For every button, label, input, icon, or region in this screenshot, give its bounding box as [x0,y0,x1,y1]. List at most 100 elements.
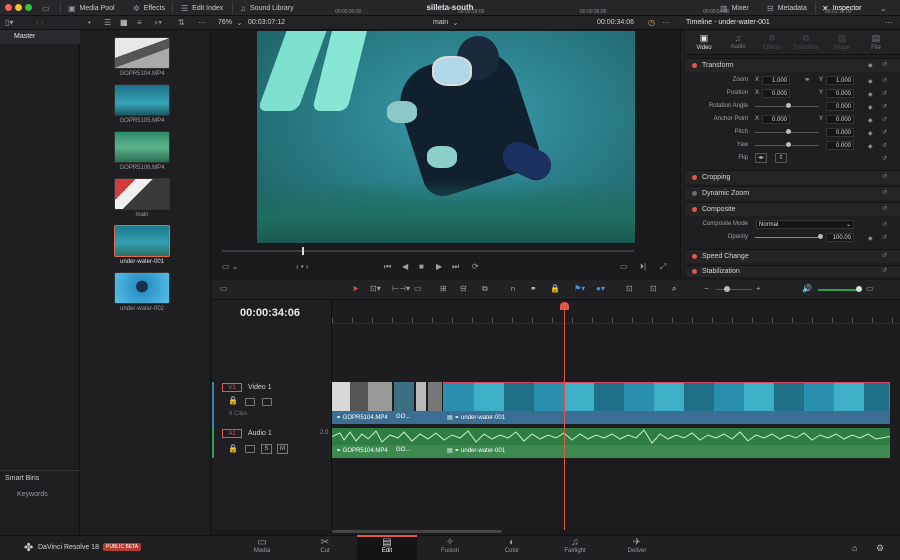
sound-library-button[interactable]: ♫ Sound Library [240,2,294,14]
auto-select-icon[interactable] [245,398,255,406]
position-x-field[interactable]: 0.000 [762,89,790,98]
zoom-x-field[interactable]: 1.000 [762,76,790,85]
close-window-button[interactable] [5,4,12,11]
flip-vertical-icon[interactable]: ⇕ [775,153,787,163]
zoom-window-button[interactable] [25,4,32,11]
clock-icon[interactable]: ◷ [648,18,655,27]
flip-horizontal-icon[interactable]: ◂▸ [755,153,767,163]
speed-change-section[interactable]: Speed Change [686,249,900,263]
link-icon[interactable]: ⚭ [804,75,811,84]
speaker-icon[interactable]: 🔊 [802,284,812,293]
video-clip-thumb[interactable] [332,382,392,411]
lock-icon[interactable]: 🔒 [228,396,238,405]
overwrite-icon[interactable]: ⊟ [460,284,467,293]
slider-handle[interactable] [724,286,730,292]
metadata-view-icon[interactable]: ≡ [137,18,142,27]
zoom-in-icon[interactable]: + [756,284,761,293]
zoom-full-icon[interactable]: ⊡ [626,284,633,293]
pitch-field[interactable]: 0.000 [826,128,854,137]
page-cut[interactable]: ✂ Cut [300,537,350,554]
media-pool-button[interactable]: ▣ Media Pool [68,2,115,14]
clip-thumbnail[interactable] [114,131,170,163]
anchor-x-field[interactable]: 0.000 [762,115,790,124]
clip-thumbnail-selected[interactable] [114,225,170,257]
chevron-down-icon[interactable]: ⌄ [236,18,243,27]
reset-icon[interactable]: ↺ [882,173,887,180]
viewer-zoom[interactable]: 76% [218,19,232,26]
more-options-icon[interactable]: ⋯ [885,18,893,27]
video-clip-thumb[interactable] [443,382,890,411]
pointer-icon[interactable]: ➤ [352,284,359,293]
keyframe-icon[interactable]: ◆ [868,62,873,69]
clip-label[interactable]: GO... [396,414,410,420]
video-clip-thumb[interactable] [428,382,442,411]
page-edit[interactable]: ▤ Edit [357,535,417,560]
video-track-name[interactable]: Video 1 [248,384,272,391]
reset-icon[interactable]: ↺ [882,189,887,196]
auto-select-icon[interactable] [245,445,255,453]
audio-track-name[interactable]: Audio 1 [248,430,272,437]
video-clip-thumb[interactable] [416,382,426,411]
stabilization-section[interactable]: Stabilization [686,265,900,277]
reset-icon[interactable]: ↺ [882,205,887,212]
reset-icon[interactable]: ↺ [882,221,887,228]
yaw-field[interactable]: 0.000 [826,141,854,150]
enable-dot-icon[interactable] [692,207,697,212]
reset-icon[interactable]: ↺ [882,267,887,274]
tab-file[interactable]: ▤ File [858,33,894,51]
opacity-slider[interactable] [755,237,819,238]
blade-icon[interactable]: ▭ [414,284,422,293]
loop-icon[interactable]: ⟳ [472,262,479,271]
safe-area-icon[interactable]: ▭ [620,262,628,271]
video-clip-label-bar[interactable] [332,411,890,424]
zoom-custom-icon[interactable]: ⌕ [672,284,676,294]
clip-thumbnail[interactable] [114,37,170,69]
more-options-icon[interactable]: ⋯ [662,18,670,27]
playhead-handle[interactable] [560,302,569,310]
clip-thumbnail[interactable] [114,178,170,210]
tab-audio[interactable]: ♫ Audio [720,33,756,50]
keyframe-icon[interactable]: ◆ [868,104,873,111]
video-frame[interactable] [257,31,635,243]
clip-thumbnail[interactable] [114,272,170,304]
enable-dot-icon[interactable] [692,175,697,180]
reset-icon[interactable]: ↺ [882,142,887,149]
video-toggle-icon[interactable] [262,398,272,406]
zoom-out-icon[interactable]: − [704,284,709,293]
tab-video[interactable]: ▣ Video [686,33,722,51]
clip-thumbnail[interactable] [114,84,170,116]
reset-icon[interactable]: ↺ [882,61,887,68]
edit-index-button[interactable]: ☰ Edit Index [181,2,223,14]
stop-icon[interactable]: ■ [419,262,424,271]
monitor-icon[interactable]: ▭ [42,2,50,14]
reset-icon[interactable]: ↺ [882,90,887,97]
search-icon[interactable]: ⌕▾ [154,18,162,28]
rewind-icon[interactable]: ◀ [402,262,408,271]
frame-step-icon[interactable]: ⏵| [640,262,646,272]
page-fairlight[interactable]: ♫ Fairlight [550,537,600,554]
cropping-section[interactable]: Cropping [686,170,900,184]
tab-transition[interactable]: ⧉ Transition [788,33,824,51]
keyframe-icon[interactable]: ◆ [868,143,873,150]
zoom-y-field[interactable]: 1.000 [826,76,854,85]
clip-label[interactable]: GO... [396,447,410,453]
fullscreen-icon[interactable]: ⤢ [660,262,666,272]
effects-button[interactable]: ✲ Effects [133,2,165,14]
slider-handle[interactable] [786,129,791,134]
enable-dot-icon[interactable] [692,63,697,68]
play-icon[interactable]: ▶ [436,262,442,271]
keyframe-icon[interactable]: ◆ [868,130,873,137]
snap-icon[interactable]: ∩ [510,284,516,293]
reset-icon[interactable]: ↺ [882,77,887,84]
sort-icon[interactable]: ⇅ [178,18,185,27]
page-fusion[interactable]: ✧ Fusion [425,537,475,554]
anchor-y-field[interactable]: 0.000 [826,115,854,124]
clip-label[interactable]: ⚭ GOPR5104.MP4 [336,414,388,421]
lock-icon[interactable]: 🔒 [228,444,238,453]
expand-icon[interactable]: ⌄ [880,2,887,14]
home-icon[interactable]: ⌂ [852,543,857,553]
lock-icon[interactable]: 🔒 [550,284,560,293]
slider-handle[interactable] [818,234,823,239]
dynamic-trim-icon[interactable]: ⊢⊣▾ [392,284,410,293]
trim-icon[interactable]: ⊡▾ [370,284,381,293]
